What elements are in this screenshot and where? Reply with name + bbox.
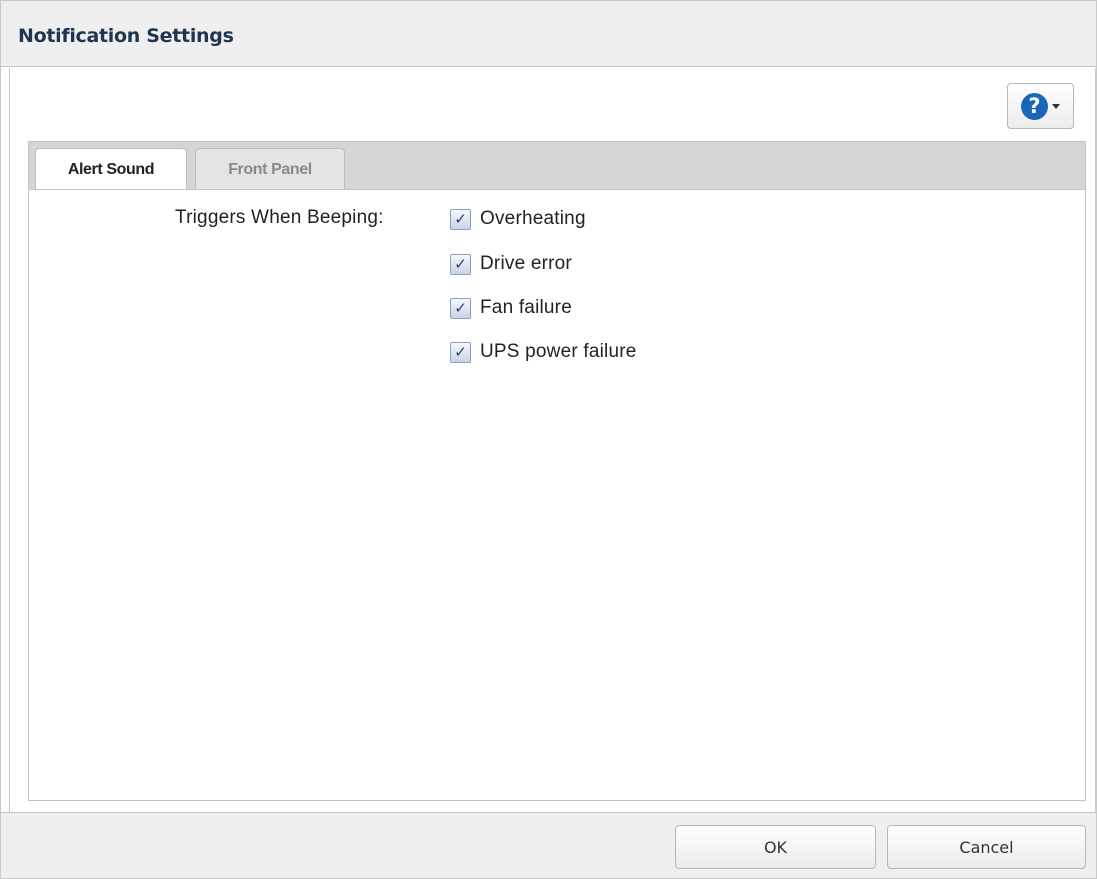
tab-strip: Alert Sound Front Panel [28, 141, 1086, 191]
option-label: Fan failure [480, 297, 572, 318]
help-menu-button[interactable]: ? [1007, 83, 1074, 129]
triggers-label: Triggers When Beeping: [175, 207, 384, 228]
drive-error-checkbox[interactable]: ✓ [450, 253, 471, 275]
check-icon: ✓ [454, 254, 467, 273]
option-label: UPS power failure [480, 341, 637, 362]
check-icon: ✓ [454, 298, 467, 317]
notification-settings-dialog: Notification Settings ? Alert Sound Fron… [0, 0, 1097, 879]
option-drive-error[interactable]: ✓ Drive error [450, 251, 572, 277]
dialog-title: Notification Settings [18, 25, 234, 47]
tab-front-panel[interactable]: Front Panel [195, 148, 345, 190]
option-label: Drive error [480, 253, 572, 274]
tab-alert-sound[interactable]: Alert Sound [35, 148, 187, 191]
check-icon: ✓ [454, 342, 467, 361]
chevron-down-icon [1052, 103, 1060, 109]
title-bar: Notification Settings [1, 1, 1096, 67]
alert-sound-panel [28, 189, 1086, 801]
option-ups-power-failure[interactable]: ✓ UPS power failure [450, 339, 637, 365]
ok-button[interactable]: OK [675, 825, 876, 869]
ups-power-failure-checkbox[interactable]: ✓ [450, 341, 471, 363]
option-label: Overheating [480, 208, 586, 229]
overheating-checkbox[interactable]: ✓ [450, 208, 471, 230]
fan-failure-checkbox[interactable]: ✓ [450, 297, 471, 319]
option-fan-failure[interactable]: ✓ Fan failure [450, 295, 572, 321]
option-overheating[interactable]: ✓ Overheating [450, 206, 586, 232]
check-icon: ✓ [454, 209, 467, 228]
help-icon: ? [1021, 92, 1048, 120]
cancel-button[interactable]: Cancel [887, 825, 1086, 869]
